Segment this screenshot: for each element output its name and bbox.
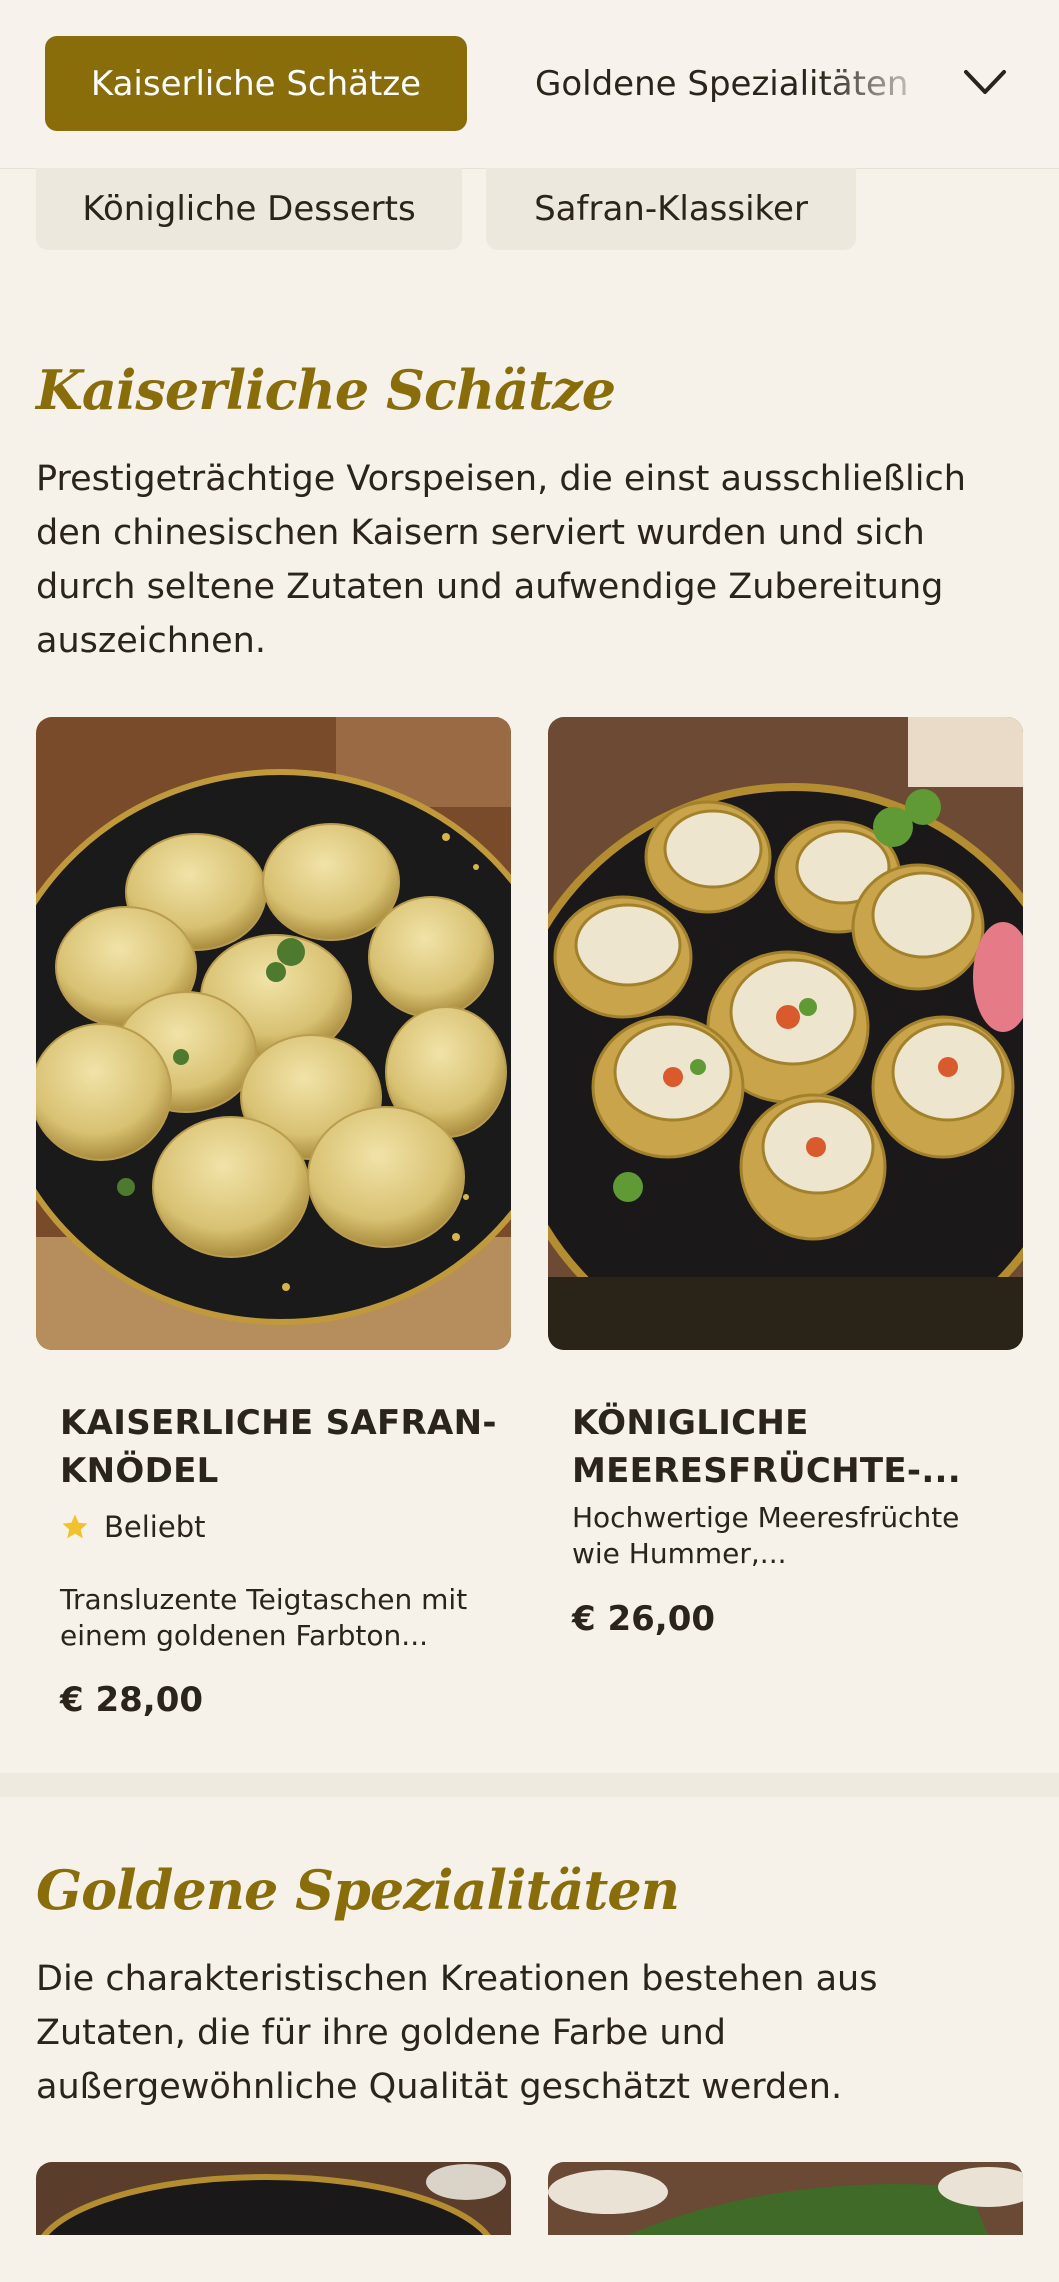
dish-title-line: KNÖDEL <box>60 1451 219 1491</box>
dumplings-photo <box>36 717 511 1350</box>
dish-image-partial[interactable] <box>548 2162 1023 2282</box>
badge-label: Beliebt <box>104 1510 206 1544</box>
popular-badge: Beliebt <box>60 1510 205 1544</box>
chevron-down-icon[interactable] <box>960 60 1010 105</box>
dish-title[interactable]: KÖNIGLICHE MEERESFRÜCHTE-... <box>572 1399 1012 1495</box>
dish-description: Transluzente Teigtaschen mit einem golde… <box>60 1582 500 1654</box>
category-tab-active[interactable]: Kaiserliche Schätze <box>45 36 467 131</box>
dish-description-line: wie Hummer,... <box>572 1537 787 1570</box>
seafood-rolls-photo <box>548 717 1023 1350</box>
section-description: Prestigeträchtige Vorspeisen, die einst … <box>36 459 966 661</box>
section-divider <box>0 1773 1059 1797</box>
category-pill-label: Königliche Desserts <box>82 189 416 229</box>
dish-image-dumplings[interactable] <box>36 717 511 1350</box>
section-title: Kaiserliche Schätze <box>36 358 616 422</box>
dish-photo <box>548 2162 1023 2235</box>
dish-title-line: MEERESFRÜCHTE-... <box>572 1451 961 1491</box>
star-icon <box>62 1514 88 1539</box>
category-pill-label: Safran-Klassiker <box>534 189 808 229</box>
dish-description-line: einem goldenen Farbton... <box>60 1619 428 1652</box>
category-pill-safran[interactable]: Safran-Klassiker <box>486 168 856 250</box>
dish-image-seafood-rolls[interactable] <box>548 717 1023 1350</box>
scroll-fade <box>820 20 940 140</box>
dish-description-line: Hochwertige Meeresfrüchte <box>572 1501 960 1534</box>
dish-description: Hochwertige Meeresfrüchte wie Hummer,... <box>572 1500 1012 1572</box>
section-title: Goldene Spezialitäten <box>36 1858 680 1922</box>
category-tab-label: Kaiserliche Schätze <box>90 63 422 104</box>
dish-price: € 28,00 <box>60 1680 204 1720</box>
dish-description-line: Transluzente Teigtaschen mit <box>60 1583 468 1616</box>
category-pill-desserts[interactable]: Königliche Desserts <box>36 168 462 250</box>
dish-title-line: KAISERLICHE SAFRAN- <box>60 1403 497 1443</box>
category-nav-bar: Kaiserliche Schätze Goldene Spezialitäte… <box>0 0 1059 169</box>
section-description: Die charakteristischen Kreationen besteh… <box>36 1959 878 2107</box>
dish-price: € 26,00 <box>572 1599 716 1639</box>
dish-title[interactable]: KAISERLICHE SAFRAN- KNÖDEL <box>60 1399 500 1495</box>
dish-title-line: KÖNIGLICHE <box>572 1403 809 1443</box>
dish-image-partial[interactable] <box>36 2162 511 2282</box>
dish-photo <box>36 2162 511 2282</box>
